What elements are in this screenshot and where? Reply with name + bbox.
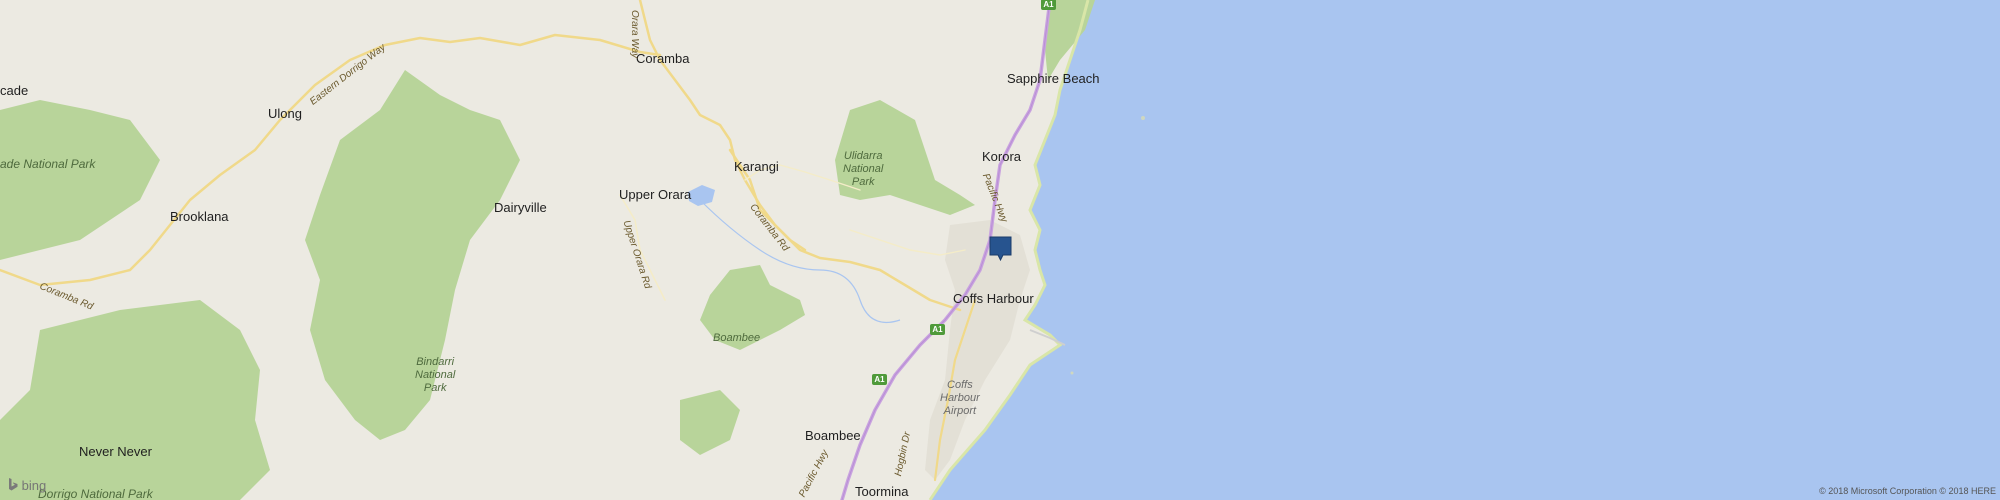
park-cascade-label: ade National Park bbox=[0, 157, 96, 171]
town-cascade-partial: cade bbox=[0, 83, 29, 98]
park-ulidarra-line-2: National bbox=[843, 163, 884, 175]
location-pin-icon[interactable] bbox=[989, 236, 1012, 261]
park-bindarri-line-3: Park bbox=[423, 382, 447, 394]
park-ulidarra-label: Ulidarra National Park bbox=[843, 150, 883, 189]
park-ulidarra-line-1: Ulidarra bbox=[843, 150, 883, 162]
town-korora: Korora bbox=[982, 149, 1022, 164]
town-brooklana: Brooklana bbox=[170, 209, 229, 224]
town-boambee: Boambee bbox=[805, 428, 861, 443]
airport-line-2: Harbour bbox=[940, 392, 980, 404]
town-ulong: Ulong bbox=[268, 106, 302, 121]
town-karangi: Karangi bbox=[734, 159, 779, 174]
town-sapphire-beach: Sapphire Beach bbox=[1007, 71, 1100, 86]
park-bindarri-line-1: Bindarri bbox=[416, 356, 455, 368]
airport-line-3: Airport bbox=[943, 405, 977, 417]
park-bindarri-line-2: National bbox=[415, 369, 456, 381]
park-ulidarra-line-3: Park bbox=[851, 176, 875, 188]
island-dot bbox=[1141, 116, 1145, 120]
highway-shield-a1-mid: A1 bbox=[930, 324, 945, 335]
town-never-never: Never Never bbox=[79, 444, 152, 459]
road-label-orara-way: Orara Way bbox=[629, 10, 640, 59]
park-southwest bbox=[0, 300, 270, 500]
bing-logo: bing bbox=[8, 478, 46, 493]
town-dairyville: Dairyville bbox=[494, 200, 547, 215]
town-coramba: Coramba bbox=[636, 51, 690, 66]
town-upper-orara: Upper Orara bbox=[619, 187, 692, 202]
town-coffs-harbour: Coffs Harbour bbox=[953, 291, 1034, 306]
park-bindarri-label: Bindarri National Park bbox=[415, 356, 455, 395]
town-toormina: Toormina bbox=[855, 484, 909, 499]
highway-shield-a1-north: A1 bbox=[1041, 0, 1056, 10]
highway-shield-a1-south: A1 bbox=[872, 374, 887, 385]
airport-label: Coffs Harbour Airport bbox=[940, 379, 980, 418]
park-boambee-label: Boambee bbox=[713, 332, 761, 344]
bing-b-icon bbox=[9, 478, 18, 491]
airport-line-1: Coffs bbox=[947, 379, 973, 391]
island-dot-2 bbox=[1070, 371, 1074, 375]
bing-logo-text: bing bbox=[21, 478, 47, 493]
copyright-notice: © 2018 Microsoft Corporation © 2018 HERE bbox=[1819, 486, 1996, 496]
map-canvas[interactable]: Coramba Sapphire Beach Ulong Korora Kara… bbox=[0, 0, 2000, 500]
park-dorrigo-label: Dorrigo National Park bbox=[38, 487, 153, 500]
